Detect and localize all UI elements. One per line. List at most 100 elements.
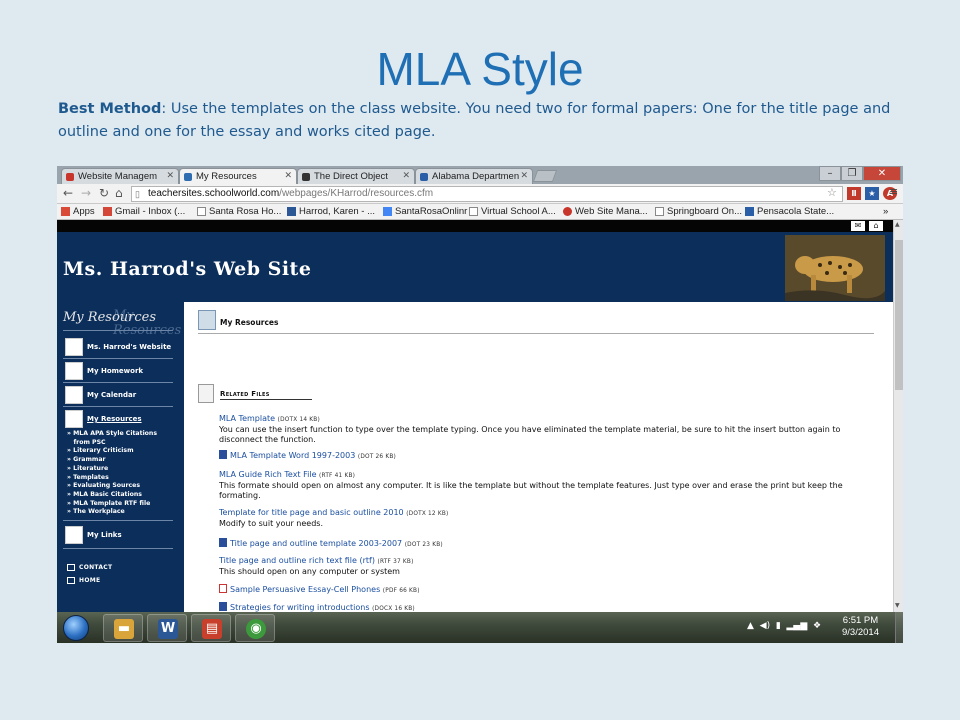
- bookmark-item[interactable]: SantaRosaOnlinr: [383, 206, 467, 217]
- menu-icon[interactable]: ≡: [889, 185, 898, 198]
- sidebar-item-resources[interactable]: My Resources: [63, 410, 175, 428]
- pdf-icon: [219, 584, 227, 593]
- file-link[interactable]: Sample Persuasive Essay-Cell Phones: [230, 585, 380, 594]
- bookmark-label: SantaRosaOnlinr: [395, 206, 468, 217]
- bookmark-item[interactable]: Virtual School A...: [469, 206, 556, 217]
- extension-icon[interactable]: ★: [865, 187, 879, 200]
- file-link[interactable]: Template for title page and basic outlin…: [219, 508, 404, 517]
- volume-icon[interactable]: ◀): [760, 621, 770, 631]
- sublink[interactable]: from PSC: [67, 439, 157, 448]
- bookmark-label: Springboard On...: [667, 206, 742, 217]
- sublink[interactable]: » MLA Template RTF file: [67, 500, 157, 509]
- show-desktop-button[interactable]: [895, 612, 903, 643]
- bookmark-item[interactable]: Apps: [61, 206, 95, 217]
- file-link[interactable]: Title page and outline rich text file (r…: [219, 556, 375, 565]
- word-doc-icon: [219, 538, 227, 547]
- home-label: Home: [79, 577, 101, 584]
- tab-direct-object[interactable]: The Direct Object ✕: [297, 168, 415, 184]
- close-icon[interactable]: ✕: [284, 170, 292, 181]
- file-link[interactable]: Strategies for writing introductions: [230, 603, 370, 612]
- sublink[interactable]: » The Workplace: [67, 508, 157, 517]
- file-description: This should open on any computer or syst…: [219, 567, 400, 577]
- home-icon[interactable]: ⌂: [869, 221, 883, 231]
- slide-title: MLA Style: [376, 43, 584, 95]
- heading-underline: [220, 399, 312, 400]
- browser-screenshot: Website Managem ✕ My Resources ✕ The Direc…: [57, 166, 903, 643]
- page-icon: [655, 207, 664, 216]
- link-icon: [65, 526, 83, 544]
- tab-my-resources[interactable]: My Resources ✕: [179, 168, 297, 184]
- file-meta: (RTF 41 KB): [319, 473, 356, 479]
- sublink[interactable]: » MLA Basic Citations: [67, 491, 157, 500]
- bookmark-item[interactable]: Gmail - Inbox (...: [103, 206, 185, 217]
- clock-time: 6:51 PM: [842, 615, 879, 626]
- bookmark-item[interactable]: Santa Rosa Ho...: [197, 206, 281, 217]
- taskbar-word[interactable]: W: [147, 614, 187, 642]
- reload-icon[interactable]: ↻: [99, 186, 109, 200]
- bookmark-item[interactable]: Springboard On...: [655, 206, 742, 217]
- sidebar-contact[interactable]: Contact: [67, 564, 112, 571]
- bookmark-label: Apps: [73, 206, 95, 217]
- close-icon[interactable]: ✕: [166, 170, 174, 181]
- file-meta: (DOT 26 KB): [357, 454, 397, 460]
- sidebar-item-homework[interactable]: My Homework: [63, 362, 175, 380]
- sublink[interactable]: » Evaluating Sources: [67, 482, 157, 491]
- minimize-icon[interactable]: –: [819, 166, 841, 181]
- sidebar-item-calendar[interactable]: My Calendar: [63, 386, 175, 404]
- file-link[interactable]: Title page and outline template 2003-200…: [230, 539, 402, 548]
- tab-label: Alabama Departmen: [432, 171, 520, 182]
- mail-icon[interactable]: ✉: [851, 221, 865, 231]
- tab-alabama[interactable]: Alabama Departmen ✕: [415, 168, 533, 184]
- sublink[interactable]: » Grammar: [67, 456, 157, 465]
- sidebar-item-website[interactable]: Ms. Harrod's Website: [63, 338, 175, 356]
- home-icon[interactable]: ⌂: [115, 186, 123, 200]
- bookmarks-bar: Apps Gmail - Inbox (... Santa Rosa Ho...…: [57, 204, 903, 220]
- scroll-thumb[interactable]: [895, 240, 903, 390]
- tab-website-management[interactable]: Website Managem ✕: [61, 168, 179, 184]
- close-window-icon[interactable]: ✕: [863, 166, 901, 181]
- sublink[interactable]: » Templates: [67, 474, 157, 483]
- close-icon[interactable]: ✕: [402, 170, 410, 181]
- sidebar-item-links[interactable]: My Links: [63, 526, 175, 544]
- sublink[interactable]: » Literary Criticism: [67, 447, 157, 456]
- forward-icon[interactable]: →: [81, 186, 91, 200]
- network-icon[interactable]: ▂▄▆: [787, 621, 808, 631]
- new-tab-button[interactable]: [532, 170, 558, 182]
- sidebar-item-label: My Homework: [87, 367, 144, 375]
- close-icon[interactable]: ✕: [520, 170, 528, 181]
- tab-favicon: [420, 173, 428, 181]
- dropbox-icon[interactable]: ❖: [813, 621, 821, 631]
- sublink[interactable]: » Literature: [67, 465, 157, 474]
- bookmark-item[interactable]: Pensacola State...: [745, 206, 834, 217]
- taskbar-powerpoint[interactable]: ▤: [191, 614, 231, 642]
- taskbar-chrome[interactable]: ◉: [235, 614, 275, 642]
- start-button[interactable]: [63, 615, 89, 641]
- file-link[interactable]: MLA Template: [219, 414, 275, 423]
- bookmark-item[interactable]: Harrod, Karen - ...: [287, 206, 375, 217]
- show-hidden-icons-icon[interactable]: ▲: [747, 621, 754, 631]
- bookmark-label: Gmail - Inbox (...: [115, 206, 186, 217]
- back-icon[interactable]: ←: [63, 186, 73, 200]
- bookmark-item[interactable]: Web Site Mana...: [563, 206, 648, 217]
- restore-icon[interactable]: ❐: [841, 166, 863, 181]
- bookmarks-overflow[interactable]: »: [883, 206, 888, 217]
- gmail-icon: [103, 207, 112, 216]
- file-link[interactable]: MLA Guide Rich Text File: [219, 470, 317, 479]
- vertical-scrollbar[interactable]: ▲ ▼: [893, 220, 903, 612]
- scroll-down-icon[interactable]: ▼: [895, 602, 900, 609]
- bookmark-star-icon[interactable]: ☆: [827, 186, 837, 199]
- taskbar-explorer[interactable]: ▬: [103, 614, 143, 642]
- address-bar[interactable]: ▯ teachersites.schoolworld.com/webpages/K…: [131, 186, 843, 202]
- extension-icon[interactable]: Ⅱ: [847, 187, 861, 200]
- powerpoint-icon: ▤: [202, 619, 222, 639]
- sidebar-home[interactable]: Home: [67, 577, 100, 584]
- file-item: Sample Persuasive Essay-Cell Phones (PDF…: [219, 584, 879, 596]
- sublink[interactable]: » MLA APA Style Citations: [67, 430, 157, 439]
- sidebar-divider: [63, 548, 173, 549]
- sidebar-item-label: Ms. Harrod's Website: [87, 343, 172, 351]
- scroll-up-icon[interactable]: ▲: [895, 221, 900, 228]
- clock[interactable]: 6:51 PM 9/3/2014: [842, 615, 879, 639]
- battery-icon[interactable]: ▮: [776, 621, 781, 631]
- file-link[interactable]: MLA Template Word 1997-2003: [230, 451, 355, 460]
- tab-favicon: [184, 173, 192, 181]
